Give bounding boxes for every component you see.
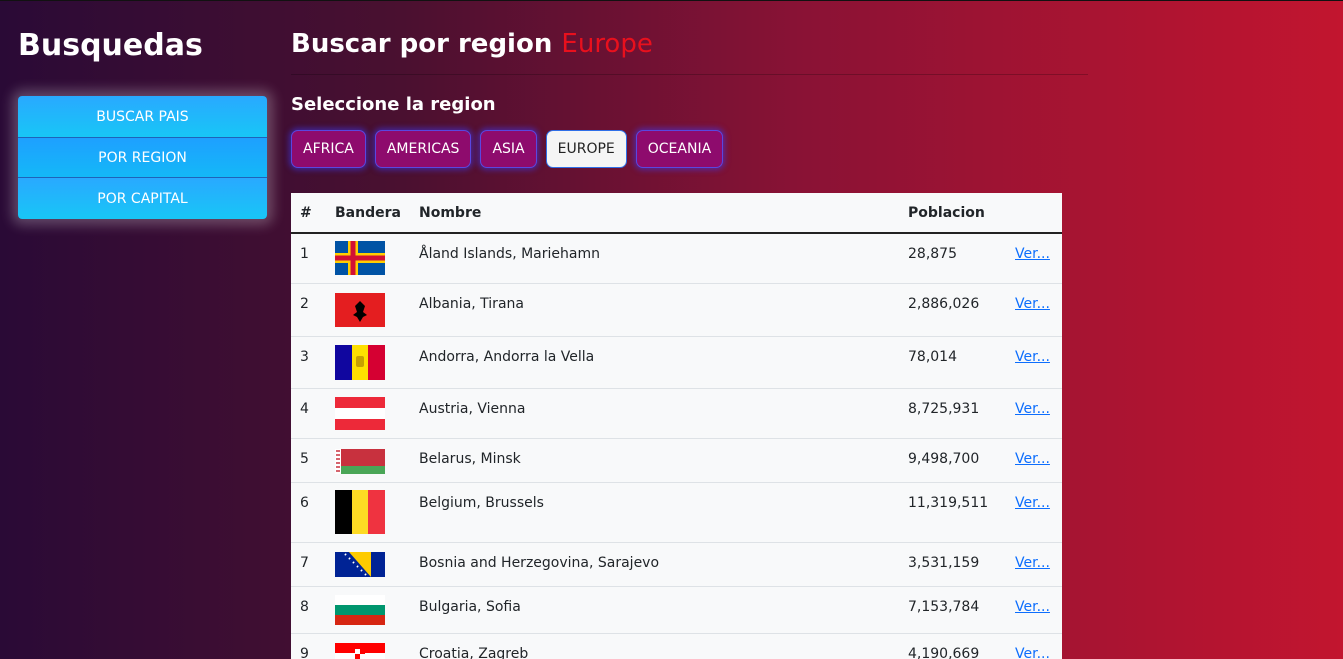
top-border [0,0,1343,1]
table-row: 7 Bosnia and Herzegovina, Sarajevo 3,531… [291,542,1062,587]
country-name: Bosnia and Herzegovina, Sarajevo [410,542,899,587]
region-button-africa[interactable]: AFRICA [291,130,366,168]
flag-cell [326,283,410,337]
region-subtitle: Seleccione la region [291,94,496,115]
region-button-oceania[interactable]: OCEANIA [635,130,724,168]
country-population: 28,875 [899,233,1006,284]
flag-cell [326,388,410,439]
belgium-flag-icon [335,489,385,534]
view-link[interactable]: Ver... [1015,296,1050,312]
table-row: 3 Andorra, Andorra la Vella 78,014 Ver..… [291,336,1062,389]
country-name: Andorra, Andorra la Vella [410,336,899,389]
sidebar-menu: BUSCAR PAIS POR REGION POR CAPITAL [18,96,267,219]
row-number: 6 [291,482,326,543]
country-population: 4,190,669 [899,633,1006,659]
country-population: 7,153,784 [899,586,1006,634]
countries-table-wrapper: # Bandera Nombre Poblacion 1 Åland Islan… [291,193,1062,659]
header-population: Poblacion [899,193,1006,234]
header-flag: Bandera [326,193,410,234]
row-number: 7 [291,542,326,587]
header-action [1006,193,1062,234]
page-title-text: Buscar por region [291,29,553,59]
sidebar-item-buscar-pais[interactable]: BUSCAR PAIS [18,96,267,137]
country-population: 8,725,931 [899,388,1006,439]
aland-flag-icon [335,241,385,275]
country-name: Croatia, Zagreb [410,633,899,659]
flag-cell [326,586,410,634]
country-population: 78,014 [899,336,1006,389]
view-link[interactable]: Ver... [1015,646,1050,659]
main-content: Buscar por region Europe Seleccione la r… [291,28,1088,168]
country-name: Belarus, Minsk [410,438,899,483]
table-row: 9 Croatia, Zagreb 4,190,669 Ver... [291,633,1062,659]
table-row: 8 Bulgaria, Sofia 7,153,784 Ver... [291,586,1062,634]
header-name: Nombre [410,193,899,234]
view-link[interactable]: Ver... [1015,401,1050,417]
view-link[interactable]: Ver... [1015,495,1050,511]
albania-flag-icon [335,292,385,327]
table-row: 1 Åland Islands, Mariehamn 28,875 Ver... [291,233,1062,284]
country-population: 11,319,511 [899,482,1006,543]
header-number: # [291,193,326,234]
bosnia-flag-icon [335,551,385,577]
table-row: 2 Albania, Tirana 2,886,026 Ver... [291,283,1062,337]
row-number: 5 [291,438,326,483]
country-name: Åland Islands, Mariehamn [410,233,899,284]
flag-cell [326,482,410,543]
row-number: 9 [291,633,326,659]
flag-cell [326,336,410,389]
row-number: 2 [291,283,326,337]
view-link[interactable]: Ver... [1015,246,1050,262]
countries-table: # Bandera Nombre Poblacion 1 Åland Islan… [291,193,1062,659]
region-buttons: AFRICA AMERICAS ASIA EUROPE OCEANIA [291,130,1088,168]
andorra-flag-icon [335,344,385,380]
row-number: 1 [291,233,326,284]
austria-flag-icon [335,396,385,430]
sidebar-item-por-capital[interactable]: POR CAPITAL [18,178,267,219]
country-population: 2,886,026 [899,283,1006,337]
divider [291,74,1088,75]
croatia-flag-icon [335,642,385,659]
flag-cell [326,233,410,284]
country-name: Bulgaria, Sofia [410,586,899,634]
country-population: 9,498,700 [899,438,1006,483]
country-name: Belgium, Brussels [410,482,899,543]
view-link[interactable]: Ver... [1015,349,1050,365]
flag-cell [326,438,410,483]
sidebar: Busquedas BUSCAR PAIS POR REGION POR CAP… [18,28,267,219]
view-link[interactable]: Ver... [1015,451,1050,467]
page-title: Buscar por region Europe [291,28,1088,60]
bulgaria-flag-icon [335,594,385,625]
table-row: 4 Austria, Vienna 8,725,931 Ver... [291,388,1062,439]
belarus-flag-icon [335,448,385,474]
view-link[interactable]: Ver... [1015,555,1050,571]
region-button-asia[interactable]: ASIA [480,130,537,168]
selected-region-label: Europe [561,29,653,59]
table-header-row: # Bandera Nombre Poblacion [291,193,1062,234]
row-number: 3 [291,336,326,389]
row-number: 8 [291,586,326,634]
region-button-europe[interactable]: EUROPE [545,130,627,168]
country-population: 3,531,159 [899,542,1006,587]
table-row: 6 Belgium, Brussels 11,319,511 Ver... [291,482,1062,543]
sidebar-title: Busquedas [18,28,203,63]
view-link[interactable]: Ver... [1015,599,1050,615]
table-row: 5 Belarus, Minsk 9,498,700 Ver... [291,438,1062,483]
row-number: 4 [291,388,326,439]
flag-cell [326,633,410,659]
country-name: Austria, Vienna [410,388,899,439]
flag-cell [326,542,410,587]
country-name: Albania, Tirana [410,283,899,337]
region-button-americas[interactable]: AMERICAS [374,130,472,168]
sidebar-item-por-region[interactable]: POR REGION [18,137,267,178]
